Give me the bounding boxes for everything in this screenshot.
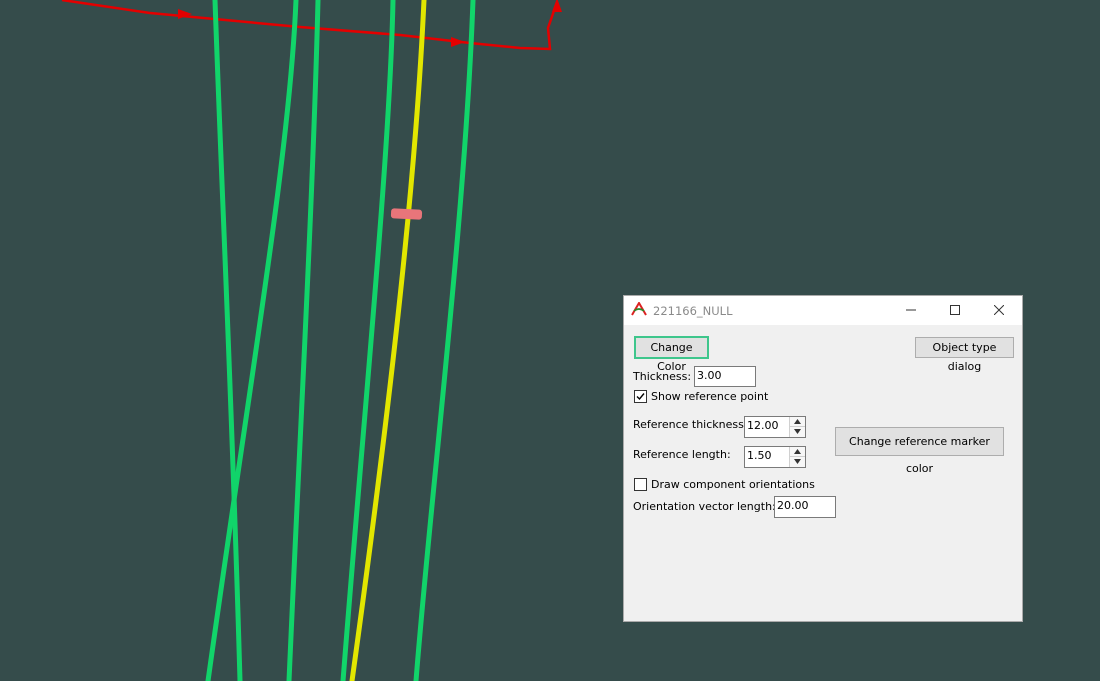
spin-down-button[interactable] [790, 427, 805, 437]
reference-thickness-value: 12.00 [747, 419, 779, 432]
spin-up-icon [794, 449, 801, 454]
app-logo-icon [631, 301, 648, 317]
checkmark-icon [636, 393, 645, 401]
properties-dialog: 221166_NULL Change Color Object type dia… [623, 295, 1023, 622]
show-reference-point-label: Show reference point [651, 390, 769, 403]
dialog-titlebar[interactable]: 221166_NULL [624, 296, 1022, 325]
minimize-button[interactable] [888, 296, 934, 325]
close-icon [994, 305, 1004, 315]
draw-component-orientations-label: Draw component orientations [651, 478, 815, 491]
red-arrow-3 [552, 0, 562, 12]
reference-thickness-spinbox[interactable]: 12.00 [744, 416, 806, 438]
green-trajectory-5 [413, 0, 476, 681]
minimize-icon [906, 309, 916, 311]
thickness-input[interactable]: 3.00 [694, 366, 756, 387]
spin-up-icon [794, 419, 801, 424]
reference-length-spinbox[interactable]: 1.50 [744, 446, 806, 468]
show-reference-point-checkbox[interactable] [634, 390, 647, 403]
change-color-button[interactable]: Change Color [634, 336, 709, 373]
red-arrow-2 [451, 37, 465, 47]
spin-up-button[interactable] [790, 417, 805, 427]
reference-length-label: Reference length: [633, 448, 731, 461]
spin-down-button[interactable] [790, 457, 805, 467]
maximize-button[interactable] [932, 296, 978, 325]
thickness-label: Thickness: [633, 370, 692, 383]
orientation-vector-length-input[interactable]: 20.00 [774, 496, 836, 518]
dialog-title: 221166_NULL [653, 304, 733, 318]
spin-down-icon [794, 429, 801, 434]
spin-down-icon [794, 459, 801, 464]
reference-length-value: 1.50 [747, 449, 772, 462]
reference-marker [390, 208, 423, 220]
maximize-icon [950, 305, 960, 315]
green-trajectory-3 [286, 0, 321, 681]
red-trajectory [61, 0, 558, 51]
spin-up-button[interactable] [790, 447, 805, 457]
close-button[interactable] [976, 296, 1022, 325]
green-trajectory-1 [212, 0, 243, 681]
draw-component-orientations-checkbox[interactable] [634, 478, 647, 491]
change-reference-marker-color-button[interactable]: Change reference marker color [835, 427, 1004, 475]
orientation-vector-length-label: Orientation vector length: [633, 500, 776, 513]
object-type-dialog-button[interactable]: Object type dialog [915, 337, 1014, 373]
reference-thickness-label: Reference thickness: [633, 418, 748, 431]
